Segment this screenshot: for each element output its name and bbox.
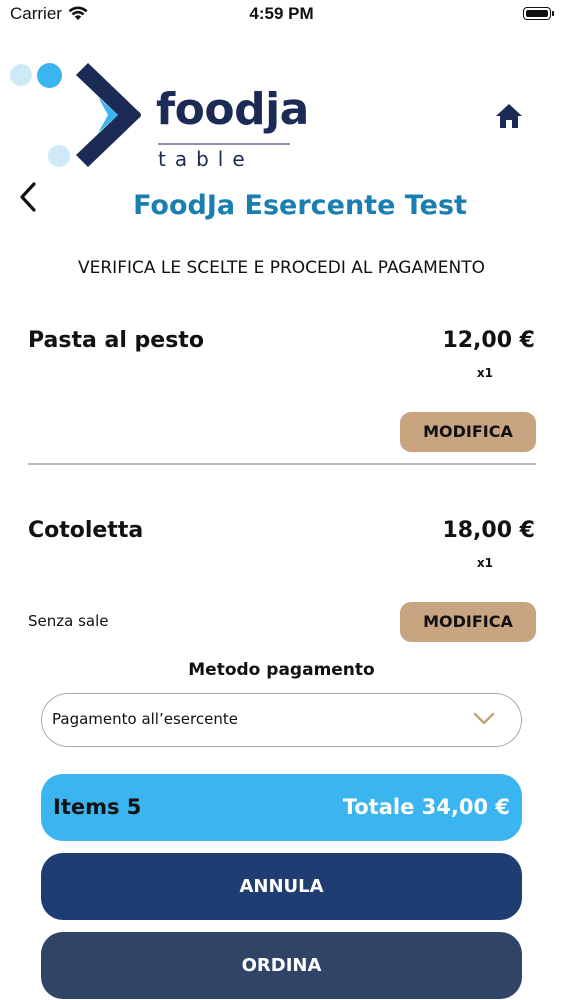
logo-dot [10, 64, 32, 86]
item-name: Cotoletta [28, 518, 144, 543]
logo-chevron-icon [76, 63, 141, 167]
battery-icon [523, 7, 551, 20]
page-subtitle: VERIFICA LE SCELTE E PROCEDI AL PAGAMENT… [78, 258, 485, 278]
status-bar: Carrier 4:59 PM [0, 0, 563, 30]
item-quantity: x1 [476, 556, 493, 570]
item-name: Pasta al pesto [28, 328, 204, 353]
clock: 4:59 PM [249, 4, 314, 23]
order-summary-bar: Items 5 Totale 34,00 € [41, 774, 522, 841]
page-title: FoodJa Esercente Test [133, 190, 467, 221]
battery-cap [552, 11, 554, 16]
logo-dot [37, 63, 62, 88]
logo-subtitle: table [158, 147, 254, 171]
payment-method-label: Metodo pagamento [188, 660, 375, 680]
modify-button[interactable]: MODIFICA [400, 412, 536, 452]
item-divider [28, 463, 536, 465]
cancel-button[interactable]: ANNULA [41, 853, 522, 920]
modify-button[interactable]: MODIFICA [400, 602, 536, 642]
item-quantity: x1 [476, 366, 493, 380]
home-icon[interactable] [494, 102, 524, 130]
items-count: Items 5 [53, 795, 142, 819]
order-button[interactable]: ORDINA [41, 932, 522, 999]
item-price: 12,00 € [442, 328, 535, 353]
payment-method-select[interactable]: Pagamento all’esercente [41, 693, 522, 747]
payment-method-value: Pagamento all’esercente [52, 710, 238, 728]
foodja-logo: foodja table [0, 55, 309, 175]
logo-dot [48, 145, 70, 167]
item-note: Senza sale [28, 612, 109, 630]
logo-rule [158, 143, 290, 145]
order-total: Totale 34,00 € [342, 795, 510, 819]
logo-wordmark: foodja [156, 84, 309, 135]
chevron-down-icon [473, 712, 495, 725]
item-price: 18,00 € [442, 518, 535, 543]
